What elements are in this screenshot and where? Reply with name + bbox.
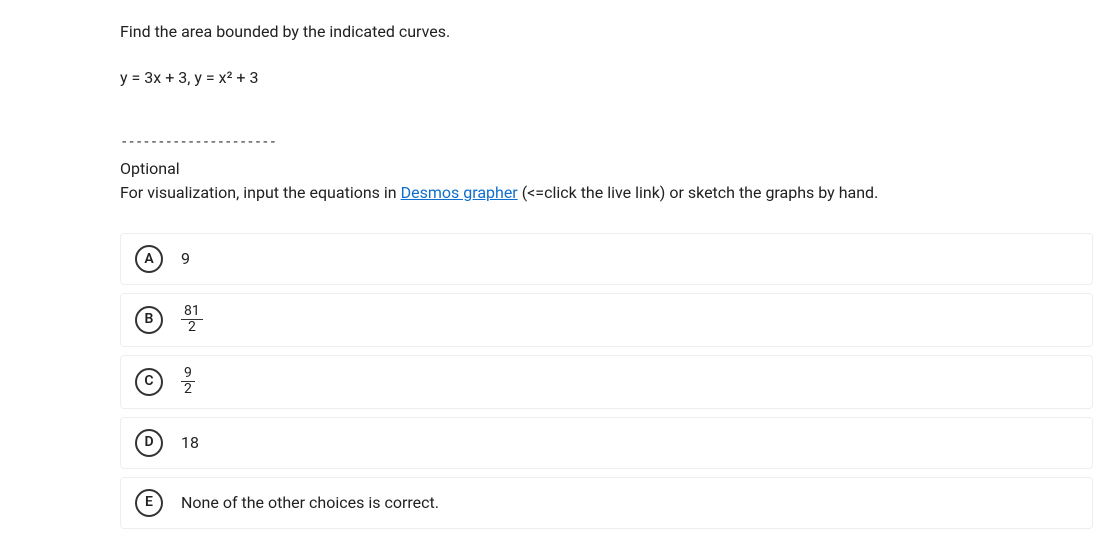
choice-content: None of the other choices is correct. xyxy=(181,491,439,515)
choice-content: 9 2 xyxy=(181,366,195,398)
fraction: 9 2 xyxy=(181,366,195,398)
fraction-denominator: 2 xyxy=(185,320,199,335)
choice-letter: B xyxy=(135,306,163,334)
choice-letter: E xyxy=(135,489,163,517)
choice-content: 9 xyxy=(181,247,190,271)
fraction-denominator: 2 xyxy=(181,382,195,397)
choice-letter: D xyxy=(135,429,163,457)
choice-b[interactable]: B 81 2 xyxy=(120,293,1093,347)
choice-a[interactable]: A 9 xyxy=(120,233,1093,285)
choice-c[interactable]: C 9 2 xyxy=(120,355,1093,409)
question-prompt: Find the area bounded by the indicated c… xyxy=(120,20,1093,44)
visualization-hint: For visualization, input the equations i… xyxy=(120,181,1093,205)
choice-d[interactable]: D 18 xyxy=(120,417,1093,469)
fraction-numerator: 81 xyxy=(181,304,203,320)
desmos-link[interactable]: Desmos grapher xyxy=(401,183,518,202)
visualization-suffix: (<=click the live link) or sketch the gr… xyxy=(518,183,879,202)
optional-label: Optional xyxy=(120,157,1093,181)
answer-choices: A 9 B 81 2 C 9 2 D 18 E None of the othe… xyxy=(120,233,1093,529)
question-equation: y = 3x + 3, y = x² + 3 xyxy=(120,66,1093,90)
choice-e[interactable]: E None of the other choices is correct. xyxy=(120,477,1093,529)
choice-content: 18 xyxy=(181,431,199,455)
choice-letter: A xyxy=(135,245,163,273)
choice-letter: C xyxy=(135,368,163,396)
choice-content: 81 2 xyxy=(181,304,203,336)
optional-section: Optional For visualization, input the eq… xyxy=(120,157,1093,205)
fraction: 81 2 xyxy=(181,304,203,336)
visualization-prefix: For visualization, input the equations i… xyxy=(120,183,401,202)
section-divider: --------------------- xyxy=(120,132,1093,153)
fraction-numerator: 9 xyxy=(181,366,195,382)
